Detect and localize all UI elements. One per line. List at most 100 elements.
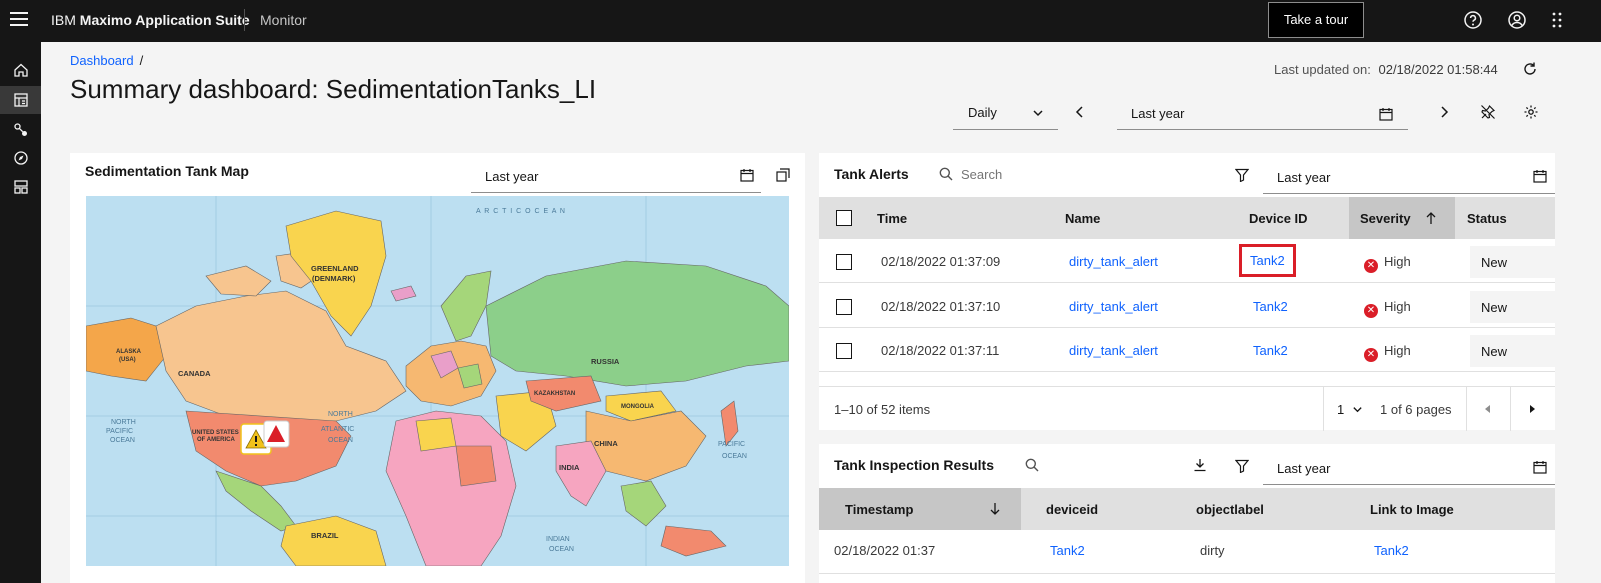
- next-period-icon[interactable]: [1437, 104, 1451, 120]
- product-name[interactable]: Monitor: [260, 12, 307, 28]
- next-page-icon[interactable]: [1527, 404, 1537, 414]
- table-row[interactable]: 02/18/2022 01:37 Tank2 dirty Tank2: [819, 530, 1555, 574]
- home-icon[interactable]: [0, 56, 41, 84]
- col-timestamp: Timestamp: [845, 502, 914, 517]
- inspection-deviceid-link[interactable]: Tank2: [1050, 543, 1085, 558]
- col-timestamp-sorted[interactable]: Timestamp: [819, 488, 1021, 530]
- map-date-range-value: Last year: [485, 169, 539, 184]
- period-dropdown[interactable]: Daily: [953, 96, 1058, 130]
- row-checkbox[interactable]: [836, 254, 852, 270]
- col-objectlabel[interactable]: objectlabel: [1196, 502, 1264, 517]
- tank-alerts-title: Tank Alerts: [834, 166, 909, 182]
- row-checkbox[interactable]: [836, 343, 852, 359]
- hamburger-icon[interactable]: [10, 12, 28, 30]
- map-label-usa: (USA): [119, 357, 136, 363]
- map-label-arctic: A R C T I C O C E A N: [476, 208, 566, 215]
- error-icon: ✕: [1364, 259, 1378, 273]
- pagination-pages-text: 1 of 6 pages: [1380, 402, 1452, 417]
- alert-name-link[interactable]: dirty_tank_alert: [1069, 343, 1158, 358]
- table-row[interactable]: 02/18/2022 01:37:10 dirty_tank_alert Tan…: [819, 284, 1555, 328]
- tank-map-card: Sedimentation Tank Map Last year A R C T…: [70, 153, 805, 583]
- map-date-range-picker[interactable]: Last year: [471, 155, 761, 193]
- previous-period-icon[interactable]: [1073, 104, 1087, 120]
- calendar-icon[interactable]: [1533, 460, 1547, 474]
- filter-icon[interactable]: [1235, 459, 1249, 473]
- last-updated-value: 02/18/2022 01:58:44: [1378, 62, 1498, 77]
- severity-cell: ✕ High: [1364, 343, 1411, 362]
- inspection-table-header: Timestamp deviceid objectlabel Link to I…: [819, 488, 1555, 530]
- col-device-id[interactable]: Device ID: [1249, 211, 1308, 226]
- explore-icon[interactable]: [0, 144, 41, 172]
- chevron-down-icon: [1033, 110, 1043, 117]
- map-label-north-atlantic-2: ATLANTIC: [321, 426, 354, 433]
- page-select[interactable]: 1: [1337, 402, 1363, 417]
- select-all-checkbox[interactable]: [836, 210, 852, 226]
- chevron-down-icon: [1353, 407, 1362, 413]
- dashboard-icon[interactable]: [0, 86, 41, 114]
- setup-icon[interactable]: [0, 173, 41, 201]
- col-severity-sorted[interactable]: Severity: [1349, 197, 1455, 239]
- map-label-brazil: BRAZIL: [311, 531, 339, 540]
- map-label-greenland: GREENLAND: [311, 264, 359, 273]
- col-deviceid[interactable]: deviceid: [1046, 502, 1098, 517]
- last-updated-label: Last updated on:: [1274, 62, 1371, 77]
- page-select-value: 1: [1337, 402, 1345, 417]
- calendar-icon[interactable]: [740, 168, 754, 182]
- previous-page-icon[interactable]: [1483, 404, 1493, 414]
- alerts-search-input[interactable]: [961, 162, 1211, 186]
- help-icon[interactable]: [1463, 10, 1483, 30]
- col-name[interactable]: Name: [1065, 211, 1100, 226]
- severity-cell: ✕ High: [1364, 254, 1411, 273]
- search-icon[interactable]: [1025, 458, 1039, 472]
- col-status[interactable]: Status: [1467, 211, 1507, 226]
- date-range-picker[interactable]: Last year: [1117, 96, 1408, 130]
- brand-name[interactable]: IBM Maximo Application Suite: [51, 12, 250, 28]
- period-dropdown-value: Daily: [968, 105, 997, 120]
- search-icon[interactable]: [939, 167, 953, 181]
- map-label-alaska: ALASKA: [116, 349, 142, 355]
- status-badge: New: [1470, 246, 1555, 278]
- alerts-table-header: Time Name Device ID Severity Status: [819, 197, 1555, 239]
- take-tour-button[interactable]: Take a tour: [1268, 2, 1364, 38]
- table-row[interactable]: 02/18/2022 01:37:11 dirty_tank_alert Tan…: [819, 328, 1555, 372]
- calendar-icon[interactable]: [1533, 169, 1547, 183]
- alerts-date-range-value: Last year: [1277, 170, 1331, 185]
- inspection-timestamp: 02/18/2022 01:37: [834, 543, 936, 558]
- pagination-items-text: 1–10 of 52 items: [834, 402, 931, 417]
- alerts-date-range-picker[interactable]: Last year: [1263, 156, 1555, 194]
- map-label-denmark: (DENMARK): [312, 274, 356, 283]
- device-id-link[interactable]: Tank2: [1253, 299, 1288, 314]
- status-badge: New: [1470, 291, 1555, 323]
- row-checkbox[interactable]: [836, 299, 852, 315]
- severity-value: High: [1384, 343, 1411, 358]
- app-switcher-icon[interactable]: [1548, 10, 1568, 30]
- refresh-icon[interactable]: [1522, 61, 1538, 77]
- settings-icon[interactable]: [1523, 104, 1539, 120]
- alert-time: 02/18/2022 01:37:11: [881, 343, 1000, 358]
- alert-name-link[interactable]: dirty_tank_alert: [1069, 299, 1158, 314]
- breadcrumb-dashboard-link[interactable]: Dashboard: [70, 53, 134, 68]
- map-label-pacific-east-1: PACIFIC: [718, 441, 745, 448]
- col-link-to-image[interactable]: Link to Image: [1370, 502, 1454, 517]
- severity-cell: ✕ High: [1364, 299, 1411, 318]
- pager-divider: [1466, 387, 1467, 431]
- world-map[interactable]: A R C T I C O C E A N GREENLAND (DENMARK…: [86, 196, 789, 566]
- severity-value: High: [1384, 254, 1411, 269]
- alert-name-link[interactable]: dirty_tank_alert: [1069, 254, 1158, 269]
- devices-icon[interactable]: [0, 116, 41, 144]
- map-label-india: INDIA: [559, 463, 580, 472]
- device-id-link[interactable]: Tank2: [1239, 244, 1296, 277]
- filter-icon[interactable]: [1235, 168, 1249, 182]
- inspection-date-range-picker[interactable]: Last year: [1263, 447, 1555, 485]
- brand-product-name: Maximo Application Suite: [79, 12, 250, 28]
- device-id-link[interactable]: Tank2: [1253, 343, 1288, 358]
- expand-icon[interactable]: [776, 168, 790, 182]
- inspection-image-link[interactable]: Tank2: [1374, 543, 1409, 558]
- calendar-icon[interactable]: [1379, 107, 1393, 121]
- unpin-icon[interactable]: [1480, 104, 1496, 120]
- alert-time: 02/18/2022 01:37:10: [881, 299, 1001, 314]
- user-icon[interactable]: [1507, 10, 1527, 30]
- col-time[interactable]: Time: [877, 211, 907, 226]
- download-icon[interactable]: [1193, 458, 1207, 472]
- table-row[interactable]: 02/18/2022 01:37:09 dirty_tank_alert Tan…: [819, 239, 1555, 283]
